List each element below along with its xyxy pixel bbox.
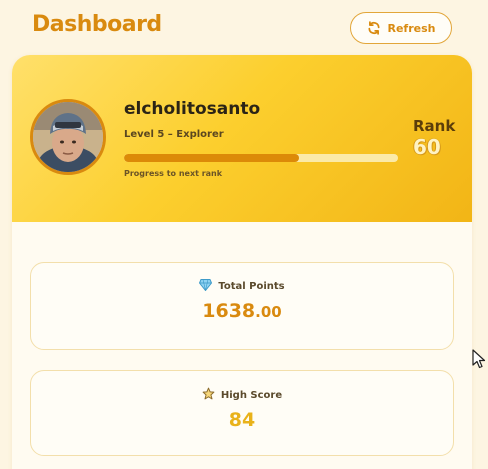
mouse-cursor-icon: [472, 349, 486, 373]
username: elcholitosanto: [124, 99, 261, 119]
rank-progress-bar: [124, 154, 398, 162]
total-points-decimal: .00: [255, 303, 282, 321]
dashboard-page: Dashboard Refresh elcholitosanto Level 5…: [0, 0, 488, 469]
rank-value: 60: [413, 135, 441, 159]
star-icon: [202, 387, 215, 403]
refresh-icon: [367, 21, 381, 35]
high-score-value: 84: [228, 409, 256, 431]
refresh-button-label: Refresh: [387, 21, 436, 35]
level-text: Level 5 – Explorer: [124, 129, 224, 140]
profile-banner: elcholitosanto Level 5 – Explorer Progre…: [12, 55, 472, 222]
rank-label: Rank: [413, 117, 456, 135]
rank-progress-fill: [124, 154, 300, 162]
progress-caption: Progress to next rank: [124, 169, 223, 178]
profile-card: elcholitosanto Level 5 – Explorer Progre…: [12, 55, 472, 469]
page-title: Dashboard: [32, 12, 162, 37]
refresh-button[interactable]: Refresh: [350, 12, 452, 44]
total-points-card: Total Points 1638.00: [30, 262, 454, 350]
high-score-label-row: High Score: [31, 387, 453, 403]
total-points-label-row: Total Points: [31, 279, 453, 294]
high-score-card: High Score 84: [30, 370, 454, 456]
total-points-label: Total Points: [218, 281, 285, 292]
avatar-image: [33, 102, 103, 172]
high-score-label: High Score: [220, 389, 283, 401]
total-points-integer: 1638: [202, 300, 256, 322]
avatar[interactable]: [30, 99, 106, 175]
total-points-value: 1638.00: [31, 300, 453, 322]
gem-icon: [199, 279, 213, 294]
